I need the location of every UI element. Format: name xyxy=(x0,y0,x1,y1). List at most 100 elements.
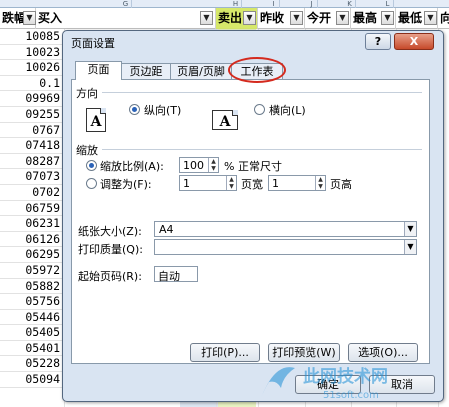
scale-percent-suffix: % 正常尺寸 xyxy=(224,160,282,173)
page-setup-dialog: 页面设置 ? X 页面 页边距 页眉/页脚 工作表 方向 A 纵向(T) A 横… xyxy=(62,30,444,402)
header-label: 最低 xyxy=(398,11,423,25)
column-letter: G xyxy=(120,0,132,8)
column-letter: L xyxy=(382,0,394,8)
first-page-number-value: 自动 xyxy=(158,270,180,283)
table-row[interactable]: 08287 xyxy=(0,154,64,170)
pages-tall-value: 1 xyxy=(272,177,279,190)
first-page-number-input[interactable]: 自动 xyxy=(154,266,198,283)
column-letter: H xyxy=(230,0,242,8)
filter-dropdown-icon[interactable]: ▼ xyxy=(200,11,213,25)
chevron-down-icon[interactable]: ▼ xyxy=(404,222,416,236)
pages-wide-value: 1 xyxy=(183,177,190,190)
header-label: 卖出 xyxy=(218,11,243,25)
table-row[interactable]: 07073 xyxy=(0,169,64,185)
print-quality-select[interactable]: ▼ xyxy=(154,239,417,255)
table-row[interactable]: 06295 xyxy=(0,247,64,263)
tab-page[interactable]: 页面 xyxy=(75,61,122,80)
portrait-page-icon: A xyxy=(86,108,106,132)
header-cell[interactable]: 买入 xyxy=(36,8,216,29)
help-button[interactable]: ? xyxy=(365,33,391,50)
table-row[interactable]: 05401 xyxy=(0,341,64,357)
table-row[interactable]: 09969 xyxy=(0,91,64,107)
fit-to-label: 调整为(F): xyxy=(100,178,152,191)
print-button[interactable]: 打印(P)... xyxy=(190,343,260,362)
adjust-to-label: 缩放比例(A): xyxy=(100,160,164,173)
table-row[interactable]: 05756 xyxy=(0,294,64,310)
table-row[interactable]: 06231 xyxy=(0,216,64,232)
filter-dropdown-icon[interactable]: ▼ xyxy=(336,11,349,25)
header-cell[interactable]: 向 xyxy=(438,8,449,29)
tab-margins[interactable]: 页边距 xyxy=(121,63,171,80)
highlight-circle xyxy=(228,57,286,83)
adjust-to-radio[interactable] xyxy=(86,160,97,171)
pages-wide-suffix: 页宽 xyxy=(241,178,263,191)
pages-tall-spinner[interactable]: 1 ▲ ▼ xyxy=(268,175,326,191)
watermark-text: 此网技术网 xyxy=(303,366,388,387)
watermark-url: 51soft.com xyxy=(323,390,379,401)
table-row[interactable]: 05228 xyxy=(0,356,64,373)
paper-size-label: 纸张大小(Z): xyxy=(78,225,142,238)
table-row[interactable]: 06759 xyxy=(0,201,64,217)
filter-dropdown-icon[interactable]: ▼ xyxy=(23,11,36,25)
header-label: 最高 xyxy=(353,11,378,25)
column-letter: K xyxy=(344,0,356,8)
table-row[interactable]: 10085 xyxy=(0,29,64,45)
watermark-swoosh-icon xyxy=(261,367,295,398)
table-row[interactable]: 07418 xyxy=(0,138,64,154)
scaling-section-title: 缩放 xyxy=(76,144,98,157)
header-label: 昨收 xyxy=(260,11,285,25)
table-row[interactable]: 0767 xyxy=(0,123,64,139)
scale-percent-value: 100 xyxy=(183,159,204,172)
print-quality-label: 打印质量(Q): xyxy=(78,243,143,256)
page-glyph: A xyxy=(219,114,231,130)
pages-wide-spinner[interactable]: 1 ▲ ▼ xyxy=(179,175,237,191)
header-label: 向 xyxy=(440,11,449,25)
header-label: 买入 xyxy=(38,11,63,25)
table-row[interactable]: 10023 xyxy=(0,45,64,61)
table-row[interactable]: 09255 xyxy=(0,107,64,123)
site-watermark: 此网技术网 51soft.com xyxy=(261,366,388,401)
filter-dropdown-icon[interactable]: ▼ xyxy=(290,11,303,25)
dialog-titlebar[interactable]: 页面设置 ? X xyxy=(63,31,443,53)
column-letters: G H I J K L xyxy=(0,0,449,8)
spinner-arrows-icon[interactable]: ▲ ▼ xyxy=(208,158,218,172)
table-row[interactable]: 05094 xyxy=(0,372,64,388)
section-divider xyxy=(102,92,422,93)
scale-percent-spinner[interactable]: 100 ▲ ▼ xyxy=(179,157,219,173)
chevron-down-icon[interactable]: ▼ xyxy=(404,240,416,254)
orientation-section-title: 方向 xyxy=(76,87,98,100)
pages-tall-suffix: 页高 xyxy=(330,178,352,191)
column-letter: I xyxy=(268,0,280,8)
filter-dropdown-icon[interactable]: ▼ xyxy=(424,11,437,25)
landscape-radio[interactable] xyxy=(254,104,265,115)
paper-size-select[interactable]: A4 ▼ xyxy=(154,221,417,237)
tab-panel-page: 方向 A 纵向(T) A 横向(L) 缩放 缩放比例(A): 100 ▲ ▼ % … xyxy=(71,79,430,364)
paper-size-value: A4 xyxy=(159,223,174,236)
dialog-title: 页面设置 xyxy=(71,37,115,50)
page-glyph: A xyxy=(90,114,102,130)
landscape-label: 横向(L) xyxy=(269,104,306,117)
spinner-arrows-icon[interactable]: ▲ ▼ xyxy=(226,176,236,190)
header-label: 今开 xyxy=(307,11,332,25)
fit-to-radio[interactable] xyxy=(86,178,97,189)
tab-header-footer[interactable]: 页眉/页脚 xyxy=(170,63,232,80)
filter-dropdown-icon[interactable]: ▼ xyxy=(381,11,394,25)
table-row[interactable]: 05405 xyxy=(0,325,64,341)
table-row[interactable]: 10026 xyxy=(0,60,64,76)
table-row[interactable]: 06126 xyxy=(0,232,64,248)
section-divider xyxy=(102,149,422,150)
table-row[interactable]: 0702 xyxy=(0,185,64,201)
row-values: 10085 10023 10026 0.1 09969 09255 0767 07418 082… xyxy=(0,29,64,388)
table-row[interactable]: 05882 xyxy=(0,279,64,295)
header-row: 跌幅 ▼ 买入 ▼ 卖出 ▼ 昨收 ▼ 今开 ▼ 最高 ▼ 最低 ▼ 向 xyxy=(0,8,449,29)
table-row[interactable]: 05446 xyxy=(0,310,64,326)
spinner-arrows-icon[interactable]: ▲ ▼ xyxy=(315,176,325,190)
table-row[interactable]: 05972 xyxy=(0,263,64,279)
portrait-label: 纵向(T) xyxy=(144,104,182,117)
table-row[interactable]: 0.1 xyxy=(0,76,64,92)
close-button[interactable]: X xyxy=(394,33,434,50)
column-letter: J xyxy=(306,0,318,8)
filter-dropdown-icon[interactable]: ▼ xyxy=(243,11,256,25)
portrait-radio[interactable] xyxy=(129,104,140,115)
first-page-number-label: 起始页码(R): xyxy=(78,270,142,283)
